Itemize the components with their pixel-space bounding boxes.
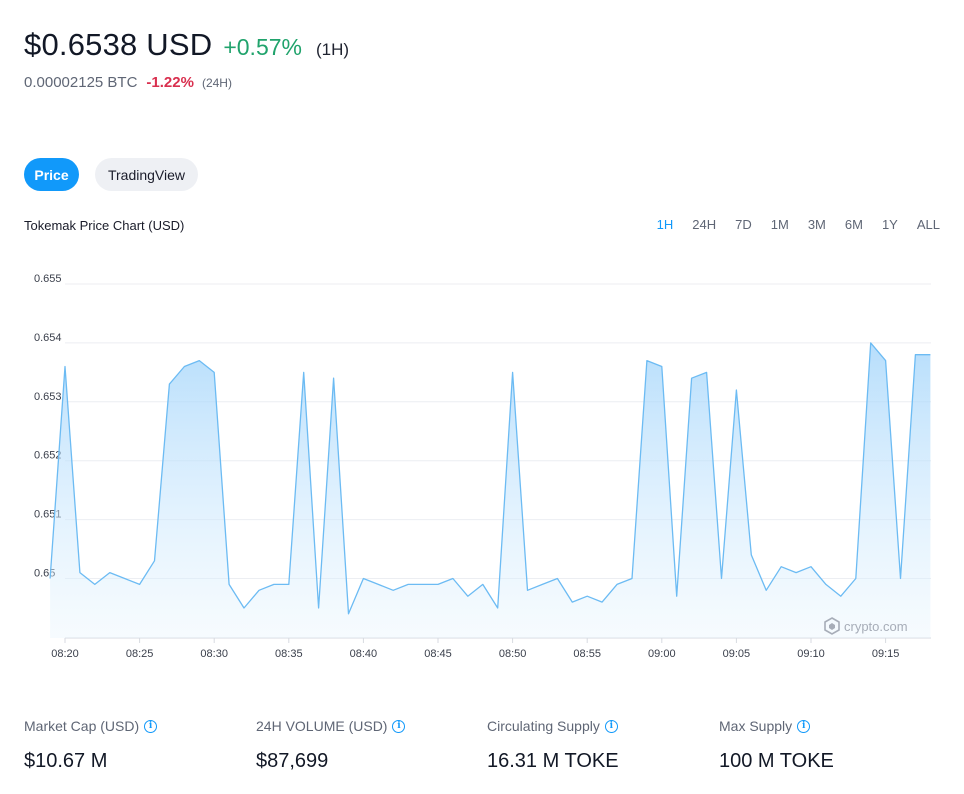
range-selector: 1H 24H 7D 1M 3M 6M 1Y ALL [638,217,940,232]
stat-value: $10.67 M [24,750,108,772]
x-tick-label: 08:20 [51,648,79,660]
x-tick-label: 08:55 [573,648,601,660]
price-change-period: (1H) [315,40,350,59]
y-tick-label: 0.652 [34,450,62,462]
stat-value: 100 M TOKE [719,750,834,772]
info-icon[interactable]: i [797,719,811,733]
stat-24h-volume: 24H VOLUME (USD) i $87,699 [256,718,406,773]
price-row: $0.6538 USD +0.57% (1H) [24,27,349,63]
x-tick-label: 09:15 [872,648,900,660]
x-tick-label: 09:00 [648,648,676,660]
stat-market-cap: Market Cap (USD) i $10.67 M [24,718,158,773]
x-tick-label: 09:10 [797,648,825,660]
range-all[interactable]: ALL [917,217,940,232]
x-tick-label: 08:35 [275,648,303,660]
stat-label: Circulating Supply [487,718,600,734]
x-tick-label: 09:05 [723,648,751,660]
stat-value: $87,699 [256,750,329,772]
range-6m[interactable]: 6M [845,217,863,232]
range-24h[interactable]: 24H [692,217,716,232]
x-tick-label: 08:45 [424,648,452,660]
crypto-com-logo-icon [824,617,840,635]
chart-title: Tokemak Price Chart (USD) [24,218,185,233]
stat-max-supply: Max Supply i 100 M TOKE [719,718,834,773]
stat-circulating-supply: Circulating Supply i 16.31 M TOKE [487,718,619,773]
tab-tradingview[interactable]: TradingView [95,158,198,191]
current-price: $0.6538 USD [24,27,213,62]
btc-row: 0.00002125 BTC -1.22% (24H) [24,74,232,91]
range-1h[interactable]: 1H [657,217,674,232]
info-icon[interactable]: i [392,719,406,733]
info-icon[interactable]: i [144,719,158,733]
stat-label: Max Supply [719,718,793,734]
range-1y[interactable]: 1Y [882,217,898,232]
tab-price[interactable]: Price [24,158,79,191]
stat-value: 16.31 M TOKE [487,750,619,772]
watermark-text: crypto.com [844,618,908,634]
info-icon[interactable]: i [604,719,618,733]
price-change: +0.57% [223,34,302,60]
x-tick-label: 08:50 [499,648,527,660]
stat-label: 24H VOLUME (USD) [256,718,388,734]
range-3m[interactable]: 3M [808,217,826,232]
stat-label: Market Cap (USD) [24,718,140,734]
y-tick-label: 0.655 [34,273,62,285]
y-tick-label: 0.653 [34,391,62,403]
btc-change-period: (24H) [201,76,232,90]
crypto-com-watermark: crypto.com [824,617,908,635]
price-chart: 0.6550.6540.6530.6520.6510.6508:20 08:25 0… [34,273,931,660]
x-tick-label: 08:30 [200,648,228,660]
x-tick-label: 08:40 [350,648,378,660]
btc-change: -1.22% [146,74,194,91]
btc-price: 0.00002125 BTC [24,74,138,91]
price-area [50,342,931,638]
x-tick-label: 08:25 [126,648,154,660]
y-tick-label: 0.654 [34,332,62,344]
range-1m[interactable]: 1M [771,217,789,232]
range-7d[interactable]: 7D [735,217,752,232]
